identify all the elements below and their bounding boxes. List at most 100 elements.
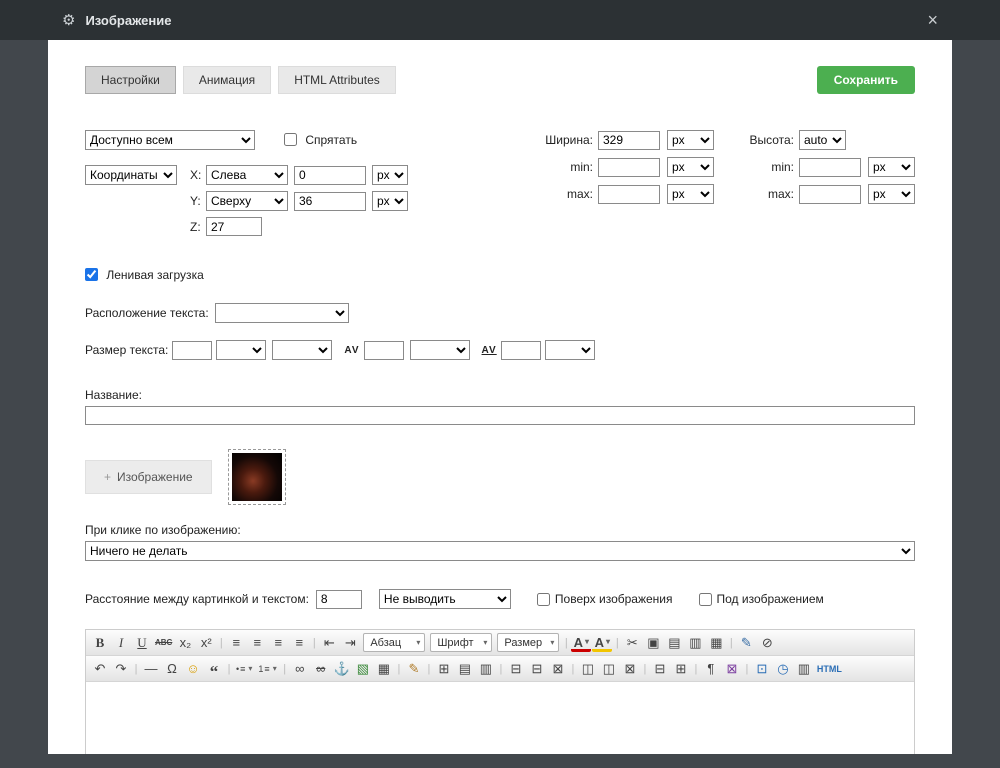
tab-settings[interactable]: Настройки: [85, 66, 176, 94]
align-center-icon[interactable]: ≡: [247, 633, 267, 653]
min-width-input[interactable]: [598, 158, 660, 177]
media-icon[interactable]: ▦: [374, 659, 394, 679]
max-height-input[interactable]: [799, 185, 861, 204]
insert-row-after-icon[interactable]: ⊟: [527, 659, 547, 679]
numbered-list-icon[interactable]: 1≡: [256, 659, 279, 679]
insert-column-before-icon[interactable]: ◫: [578, 659, 598, 679]
font-family-select[interactable]: Шрифт: [430, 633, 492, 652]
x-anchor-select[interactable]: Слева: [206, 165, 288, 185]
table-cell-properties-icon[interactable]: ▥: [476, 659, 496, 679]
paste-icon[interactable]: ▤: [664, 633, 684, 653]
paragraph-format-select[interactable]: Абзац: [363, 633, 425, 652]
text-color-icon[interactable]: A: [571, 635, 591, 652]
delete-row-icon[interactable]: ⊠: [548, 659, 568, 679]
z-value-input[interactable]: [206, 217, 262, 236]
merge-cells-icon[interactable]: ⊞: [671, 659, 691, 679]
close-icon[interactable]: ×: [927, 11, 938, 29]
text-above-image-checkbox[interactable]: [537, 593, 550, 606]
min-height-input[interactable]: [799, 158, 861, 177]
text-below-image-checkbox[interactable]: [699, 593, 712, 606]
min-width-unit-select[interactable]: px: [667, 157, 714, 177]
remove-format-icon[interactable]: ⊘: [757, 633, 777, 653]
image-icon[interactable]: ▧: [353, 659, 373, 679]
min-height-unit-select[interactable]: px: [868, 157, 915, 177]
indent-icon[interactable]: ⇥: [340, 633, 360, 653]
table-row-properties-icon[interactable]: ▤: [455, 659, 475, 679]
horizontal-rule-icon[interactable]: —: [141, 659, 161, 679]
height-select[interactable]: auto: [799, 130, 846, 150]
tab-animation[interactable]: Анимация: [183, 66, 271, 94]
image-thumbnail[interactable]: [228, 449, 286, 505]
special-character-icon[interactable]: Ω: [162, 659, 182, 679]
blockquote-icon[interactable]: “: [204, 659, 224, 679]
unlink-icon[interactable]: ∞: [311, 659, 331, 679]
page-break-icon[interactable]: ⊠: [722, 659, 742, 679]
letter-spacing-unit-select[interactable]: [410, 340, 470, 360]
split-cells-icon[interactable]: ⊟: [650, 659, 670, 679]
cut-icon[interactable]: ✂: [622, 633, 642, 653]
superscript-icon[interactable]: x²: [196, 633, 216, 653]
width-unit-select[interactable]: px: [667, 130, 714, 150]
hide-checkbox[interactable]: [284, 133, 297, 146]
bullet-list-icon[interactable]: •≡: [234, 659, 255, 679]
text-position-select[interactable]: [215, 303, 349, 323]
visibility-select[interactable]: Доступно всем: [85, 130, 255, 150]
html-source-icon[interactable]: HTML: [815, 659, 844, 679]
insert-time-icon[interactable]: ◷: [773, 659, 793, 679]
redo-icon[interactable]: ↷: [111, 659, 131, 679]
paste-as-text-icon[interactable]: ▥: [685, 633, 705, 653]
iframe-icon[interactable]: ⊡: [752, 659, 772, 679]
on-click-select[interactable]: Ничего не делать: [85, 541, 915, 561]
coordinates-mode-select[interactable]: Координаты: [85, 165, 177, 185]
max-width-unit-select[interactable]: px: [667, 184, 714, 204]
subscript-icon[interactable]: x₂: [175, 633, 195, 653]
strikethrough-icon[interactable]: ABC: [153, 633, 174, 653]
max-height-unit-select[interactable]: px: [868, 184, 915, 204]
copy-icon[interactable]: ▣: [643, 633, 663, 653]
y-value-input[interactable]: [294, 192, 366, 211]
anchor-icon[interactable]: ⚓: [332, 659, 352, 679]
layers-icon[interactable]: ▥: [794, 659, 814, 679]
max-width-input[interactable]: [598, 185, 660, 204]
insert-column-after-icon[interactable]: ◫: [599, 659, 619, 679]
editor-content[interactable]: [86, 682, 914, 754]
word-spacing-unit-select[interactable]: [545, 340, 595, 360]
undo-icon[interactable]: ↶: [90, 659, 110, 679]
y-unit-select[interactable]: px: [372, 191, 408, 211]
word-spacing-input[interactable]: [501, 341, 541, 360]
link-icon[interactable]: ∞: [290, 659, 310, 679]
italic-icon[interactable]: I: [111, 633, 131, 653]
edit-html-icon[interactable]: ✎: [404, 659, 424, 679]
insert-row-before-icon[interactable]: ⊟: [506, 659, 526, 679]
outdent-icon[interactable]: ⇤: [319, 633, 339, 653]
min-width-label: min:: [545, 160, 593, 174]
x-unit-select[interactable]: px: [372, 165, 408, 185]
background-color-icon[interactable]: A: [592, 635, 612, 652]
tab-html-attributes[interactable]: HTML Attributes: [278, 66, 396, 94]
font-size-input[interactable]: [172, 341, 212, 360]
x-value-input[interactable]: [294, 166, 366, 185]
distance-input[interactable]: [316, 590, 362, 609]
delete-column-icon[interactable]: ⊠: [620, 659, 640, 679]
add-image-button[interactable]: +Изображение: [85, 460, 212, 494]
format-brush-icon[interactable]: ✎: [736, 633, 756, 653]
name-input[interactable]: [85, 406, 915, 425]
letter-spacing-input[interactable]: [364, 341, 404, 360]
width-input[interactable]: [598, 131, 660, 150]
align-right-icon[interactable]: ≡: [268, 633, 288, 653]
font-size-select[interactable]: Размер: [497, 633, 559, 652]
lazy-loading-checkbox[interactable]: [85, 268, 98, 281]
emoticon-icon[interactable]: ☺: [183, 659, 203, 679]
font-size-unit-select[interactable]: [216, 340, 266, 360]
bold-icon[interactable]: B: [90, 633, 110, 653]
visual-characters-icon[interactable]: ¶: [701, 659, 721, 679]
align-justify-icon[interactable]: ≡: [289, 633, 309, 653]
text-output-select[interactable]: Не выводить: [379, 589, 511, 609]
line-height-select[interactable]: [272, 340, 332, 360]
align-left-icon[interactable]: ≡: [226, 633, 246, 653]
y-anchor-select[interactable]: Сверху: [206, 191, 288, 211]
insert-table-icon[interactable]: ⊞: [434, 659, 454, 679]
save-button[interactable]: Сохранить: [817, 66, 915, 94]
paste-from-word-icon[interactable]: ▦: [706, 633, 726, 653]
underline-icon[interactable]: U: [132, 633, 152, 653]
